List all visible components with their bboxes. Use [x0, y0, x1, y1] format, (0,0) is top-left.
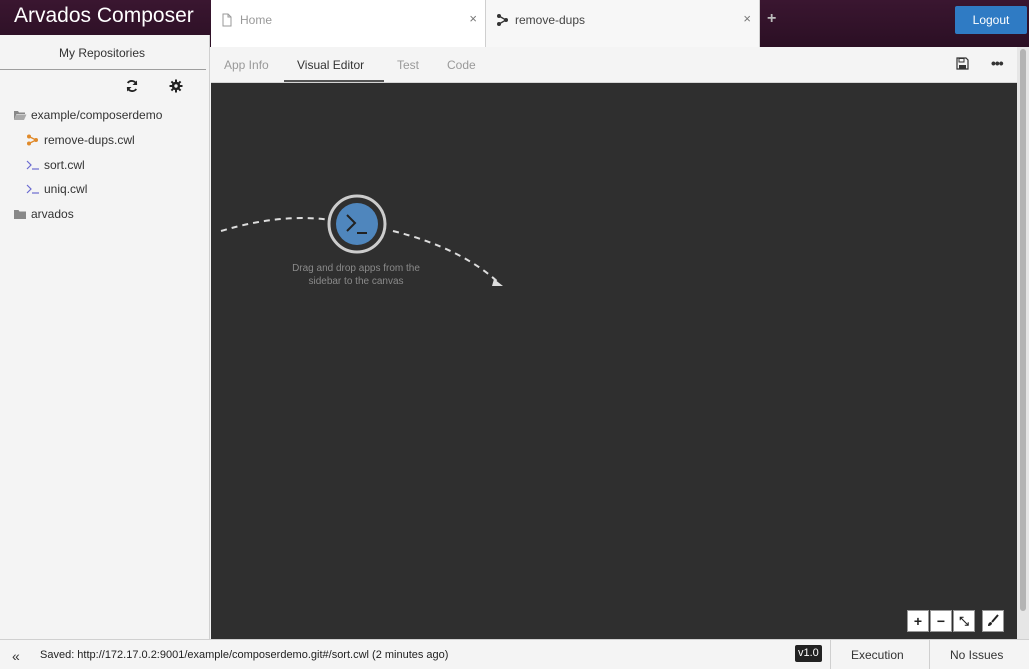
auto-arrange-button[interactable] — [982, 610, 1004, 632]
workflow-icon — [497, 14, 508, 26]
tab-visual-editor[interactable]: Visual Editor — [297, 58, 364, 72]
gear-icon[interactable] — [169, 79, 183, 93]
tree-item-label: uniq.cwl — [44, 182, 88, 196]
canvas-illustration — [220, 194, 503, 286]
workflow-icon — [27, 134, 38, 146]
tree-item-label: sort.cwl — [44, 158, 85, 172]
add-tab-button[interactable]: + — [767, 10, 776, 28]
more-icon[interactable]: ••• — [991, 55, 1004, 71]
status-bar: « Saved: http://172.17.0.2:9001/example/… — [0, 639, 1029, 669]
tab-home-label: Home — [240, 13, 273, 27]
tab-home[interactable]: Home × — [211, 0, 486, 47]
sidebar-title: My Repositories — [58, 46, 146, 60]
file-icon — [222, 13, 232, 27]
issues-button[interactable]: No Issues — [950, 648, 1003, 662]
tree-item-label: example/composerdemo — [31, 108, 163, 122]
brush-icon — [988, 614, 999, 626]
canvas-hint: Drag and drop apps from the sidebar to t… — [292, 263, 420, 287]
divider — [0, 69, 206, 70]
scrollbar[interactable] — [1017, 47, 1029, 639]
execution-button[interactable]: Execution — [851, 648, 904, 662]
collapse-sidebar-icon[interactable]: « — [12, 648, 20, 664]
tab-test[interactable]: Test — [397, 58, 419, 72]
terminal-icon — [26, 160, 39, 170]
editor-tabs: App Info Visual Editor Test Code ••• — [211, 47, 1029, 83]
close-icon[interactable]: × — [743, 11, 751, 26]
tab-remove-dups[interactable]: remove-dups × — [486, 0, 760, 47]
zoom-in-button[interactable]: + — [907, 610, 929, 632]
tree-item-label: arvados — [31, 207, 74, 221]
refresh-icon[interactable] — [125, 79, 139, 93]
save-icon[interactable] — [956, 57, 969, 70]
close-icon[interactable]: × — [469, 11, 477, 26]
app-title: Arvados Composer — [14, 4, 194, 27]
divider — [830, 640, 831, 669]
tab-code[interactable]: Code — [447, 58, 476, 72]
version-badge: v1.0 — [795, 645, 822, 662]
tab-app-info[interactable]: App Info — [224, 58, 269, 72]
zoom-out-button[interactable]: − — [930, 610, 952, 632]
sidebar: My Repositories example/composerdemo rem… — [0, 35, 210, 639]
fit-to-view-button[interactable]: ⤡ — [953, 610, 975, 632]
divider — [929, 640, 930, 669]
tab-remove-dups-label: remove-dups — [515, 13, 586, 27]
folder-icon — [14, 210, 26, 219]
tree-item-label: remove-dups.cwl — [44, 133, 135, 147]
logout-button[interactable]: Logout — [955, 6, 1027, 34]
active-tab-indicator — [284, 80, 384, 82]
terminal-icon — [26, 184, 39, 194]
save-status-text: Saved: http://172.17.0.2:9001/example/co… — [40, 649, 449, 661]
workflow-canvas[interactable] — [211, 83, 1017, 639]
scrollbar-thumb[interactable] — [1020, 49, 1026, 611]
folder-open-icon — [14, 111, 27, 120]
